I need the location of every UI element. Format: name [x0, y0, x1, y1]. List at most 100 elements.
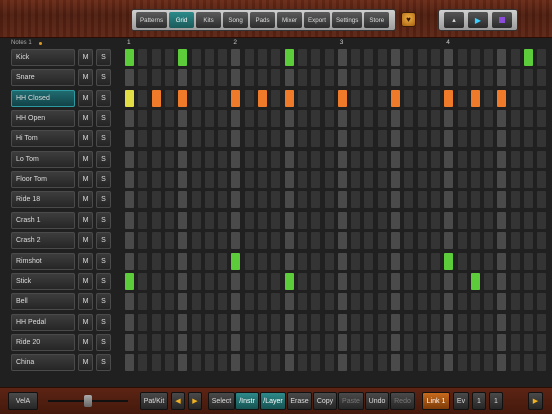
step-cell[interactable]: [311, 90, 320, 107]
step-cell[interactable]: [431, 90, 440, 107]
step-cell[interactable]: [471, 253, 480, 270]
step-cell[interactable]: [497, 49, 506, 66]
step-cell[interactable]: [511, 49, 520, 66]
step-cell[interactable]: [192, 273, 201, 290]
solo-button[interactable]: S: [96, 314, 111, 331]
step-count-button[interactable]: 1: [472, 392, 486, 410]
step-cell[interactable]: [192, 334, 201, 351]
step-cell[interactable]: [165, 151, 174, 168]
step-cell[interactable]: [364, 293, 373, 310]
step-cell[interactable]: [497, 69, 506, 86]
select-button[interactable]: Select: [208, 392, 235, 410]
step-cell[interactable]: [351, 273, 360, 290]
step-cell[interactable]: [298, 69, 307, 86]
step-cell-active[interactable]: [524, 49, 533, 66]
step-cell[interactable]: [511, 314, 520, 331]
step-cell[interactable]: [192, 293, 201, 310]
step-cell[interactable]: [404, 130, 413, 147]
instrument-name-button[interactable]: HH Open: [11, 110, 75, 127]
step-cell[interactable]: [138, 69, 147, 86]
step-cell[interactable]: [205, 212, 214, 229]
redo-button[interactable]: Redo: [390, 392, 415, 410]
step-cell[interactable]: [511, 130, 520, 147]
step-cell[interactable]: [471, 334, 480, 351]
step-cell[interactable]: [391, 191, 400, 208]
step-cell[interactable]: [338, 334, 347, 351]
step-cell[interactable]: [325, 151, 334, 168]
step-cell[interactable]: [351, 293, 360, 310]
step-cell[interactable]: [431, 69, 440, 86]
step-cell[interactable]: [484, 334, 493, 351]
menu-item-store[interactable]: Store: [364, 12, 390, 28]
instrument-name-button[interactable]: China: [11, 354, 75, 371]
step-cell[interactable]: [524, 90, 533, 107]
step-cell[interactable]: [404, 314, 413, 331]
step-cell[interactable]: [285, 191, 294, 208]
step-cell[interactable]: [458, 212, 467, 229]
step-cell-active[interactable]: [231, 253, 240, 270]
step-cell[interactable]: [511, 293, 520, 310]
mute-button[interactable]: M: [78, 354, 93, 371]
step-cell[interactable]: [351, 90, 360, 107]
step-cell[interactable]: [218, 212, 227, 229]
step-cell[interactable]: [364, 212, 373, 229]
step-cell[interactable]: [378, 293, 387, 310]
step-cell[interactable]: [444, 273, 453, 290]
step-cell[interactable]: [271, 314, 280, 331]
step-cell[interactable]: [497, 334, 506, 351]
step-cell[interactable]: [484, 110, 493, 127]
step-cell[interactable]: [258, 130, 267, 147]
step-cell[interactable]: [404, 293, 413, 310]
step-cell[interactable]: [458, 232, 467, 249]
step-cell[interactable]: [431, 334, 440, 351]
step-cell[interactable]: [205, 293, 214, 310]
mute-button[interactable]: M: [78, 69, 93, 86]
step-cell[interactable]: [404, 69, 413, 86]
mute-button[interactable]: M: [78, 273, 93, 290]
step-cell[interactable]: [245, 273, 254, 290]
step-cell[interactable]: [471, 69, 480, 86]
step-cell[interactable]: [325, 191, 334, 208]
step-cell[interactable]: [537, 191, 546, 208]
step-cell[interactable]: [497, 130, 506, 147]
step-cell[interactable]: [444, 191, 453, 208]
step-cell[interactable]: [152, 293, 161, 310]
step-cell[interactable]: [537, 273, 546, 290]
step-cell[interactable]: [378, 253, 387, 270]
step-cell[interactable]: [325, 354, 334, 371]
step-cell[interactable]: [431, 273, 440, 290]
step-cell[interactable]: [484, 293, 493, 310]
step-cell[interactable]: [511, 212, 520, 229]
step-cell[interactable]: [325, 171, 334, 188]
step-cell[interactable]: [165, 90, 174, 107]
step-cell[interactable]: [325, 49, 334, 66]
mute-button[interactable]: M: [78, 334, 93, 351]
step-cell[interactable]: [497, 232, 506, 249]
step-cell[interactable]: [378, 334, 387, 351]
step-cell[interactable]: [152, 130, 161, 147]
solo-button[interactable]: S: [96, 110, 111, 127]
step-cell[interactable]: [391, 334, 400, 351]
step-cell[interactable]: [218, 334, 227, 351]
step-cell[interactable]: [524, 130, 533, 147]
step-cell[interactable]: [418, 293, 427, 310]
step-cell[interactable]: [245, 293, 254, 310]
step-cell[interactable]: [524, 354, 533, 371]
step-cell[interactable]: [404, 90, 413, 107]
step-cell[interactable]: [338, 314, 347, 331]
step-cell[interactable]: [125, 69, 134, 86]
step-cell[interactable]: [391, 171, 400, 188]
step-cell[interactable]: [511, 334, 520, 351]
step-cell[interactable]: [152, 212, 161, 229]
step-cell[interactable]: [205, 314, 214, 331]
step-cell[interactable]: [192, 69, 201, 86]
step-cell[interactable]: [218, 232, 227, 249]
step-cell[interactable]: [271, 293, 280, 310]
step-cell[interactable]: [484, 151, 493, 168]
step-cell[interactable]: [537, 130, 546, 147]
menu-item-song[interactable]: Song: [223, 12, 249, 28]
step-cell[interactable]: [378, 90, 387, 107]
copy-button[interactable]: Copy: [313, 392, 337, 410]
step-cell[interactable]: [205, 253, 214, 270]
step-cell[interactable]: [418, 354, 427, 371]
